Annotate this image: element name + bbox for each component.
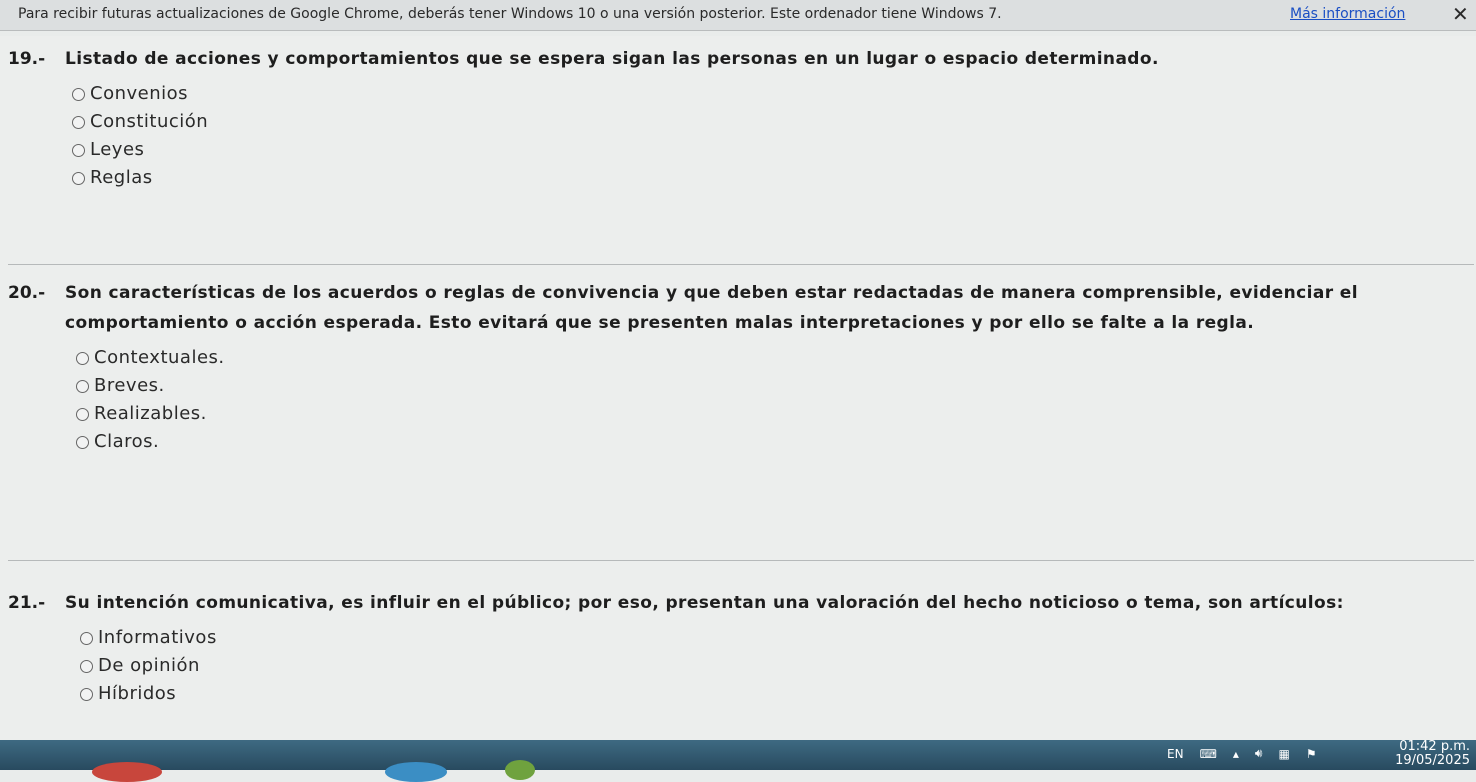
option-convenios[interactable]: Convenios — [72, 80, 1470, 108]
option-label: Realizables. — [94, 403, 207, 424]
option-label: Convenios — [90, 83, 189, 104]
option-reglas[interactable]: Reglas — [72, 164, 1470, 192]
radio-button[interactable] — [80, 631, 93, 645]
radio-button[interactable] — [72, 143, 85, 157]
option-leyes[interactable]: Leyes — [72, 136, 1470, 164]
option-label: Informativos — [98, 627, 217, 648]
update-infobar: Para recibir futuras actualizaciones de … — [0, 0, 1476, 31]
app-icon[interactable] — [505, 760, 535, 780]
keyboard-icon[interactable]: ⌨ — [1200, 747, 1217, 761]
radio-button[interactable] — [76, 435, 89, 449]
more-info-link[interactable]: Más información — [1290, 6, 1405, 22]
radio-button[interactable] — [72, 87, 85, 101]
question-text: Son características de los acuerdos o re… — [65, 283, 1358, 333]
option-label: Claros. — [94, 431, 160, 452]
radio-button[interactable] — [80, 687, 93, 701]
option-label: Breves. — [94, 375, 165, 396]
option-breves[interactable]: Breves. — [76, 372, 1470, 400]
system-tray: EN ⌨ ▴ 🔊︎ ▦ ⚑ — [1167, 746, 1317, 761]
language-indicator[interactable]: EN — [1167, 747, 1184, 761]
network-icon[interactable]: ▦ — [1278, 747, 1289, 761]
option-label: De opinión — [98, 655, 200, 676]
option-constitucion[interactable]: Constitución — [72, 108, 1470, 136]
clock-date: 19/05/2025 — [1395, 753, 1470, 768]
infobar-message: Para recibir futuras actualizaciones de … — [18, 6, 1002, 22]
option-informativos[interactable]: Informativos — [80, 624, 1470, 652]
volume-icon[interactable]: 🔊︎ — [1255, 746, 1263, 761]
question-divider — [8, 264, 1474, 265]
quiz-content: 19.- Listado de acciones y comportamient… — [0, 36, 1476, 740]
radio-button[interactable] — [76, 379, 89, 393]
radio-button[interactable] — [76, 351, 89, 365]
options-list: Contextuales. Breves. Realizables. Claro… — [76, 344, 1470, 456]
options-list: Convenios Constitución Leyes Reglas — [72, 80, 1470, 192]
question-number: 21.- — [8, 593, 46, 613]
radio-button[interactable] — [72, 171, 85, 185]
question-number: 20.- — [8, 283, 46, 303]
option-contextuales[interactable]: Contextuales. — [76, 344, 1470, 372]
option-claros[interactable]: Claros. — [76, 428, 1470, 456]
options-list: Informativos De opinión Híbridos — [80, 624, 1470, 708]
close-icon[interactable]: ✕ — [1452, 2, 1469, 26]
option-label: Reglas — [90, 167, 153, 188]
chevron-up-icon[interactable]: ▴ — [1233, 747, 1239, 761]
question-20: 20.- Son características de los acuerdos… — [8, 278, 1470, 456]
windows-taskbar: EN ⌨ ▴ 🔊︎ ▦ ⚑ 01:42 p.m. 19/05/2025 — [0, 740, 1476, 782]
option-label: Híbridos — [98, 683, 177, 704]
radio-button[interactable] — [72, 115, 85, 129]
option-label: Contextuales. — [94, 347, 225, 368]
option-label: Leyes — [90, 139, 145, 160]
question-divider — [8, 560, 1474, 561]
start-button-icon[interactable] — [92, 762, 162, 782]
question-number: 19.- — [8, 49, 46, 69]
browser-icon[interactable] — [385, 762, 447, 782]
radio-button[interactable] — [76, 407, 89, 421]
question-19: 19.- Listado de acciones y comportamient… — [8, 44, 1470, 192]
flag-icon[interactable]: ⚑ — [1306, 747, 1317, 761]
radio-button[interactable] — [80, 659, 93, 673]
question-21: 21.- Su intención comunicativa, es influ… — [8, 588, 1470, 708]
clock[interactable]: 01:42 p.m. 19/05/2025 — [1390, 740, 1470, 768]
option-hibridos[interactable]: Híbridos — [80, 680, 1470, 708]
option-realizables[interactable]: Realizables. — [76, 400, 1470, 428]
option-label: Constitución — [90, 111, 209, 132]
clock-time: 01:42 p.m. — [1399, 739, 1470, 754]
question-text: Listado de acciones y comportamientos qu… — [65, 49, 1159, 69]
option-de-opinion[interactable]: De opinión — [80, 652, 1470, 680]
question-text: Su intención comunicativa, es influir en… — [65, 593, 1344, 613]
